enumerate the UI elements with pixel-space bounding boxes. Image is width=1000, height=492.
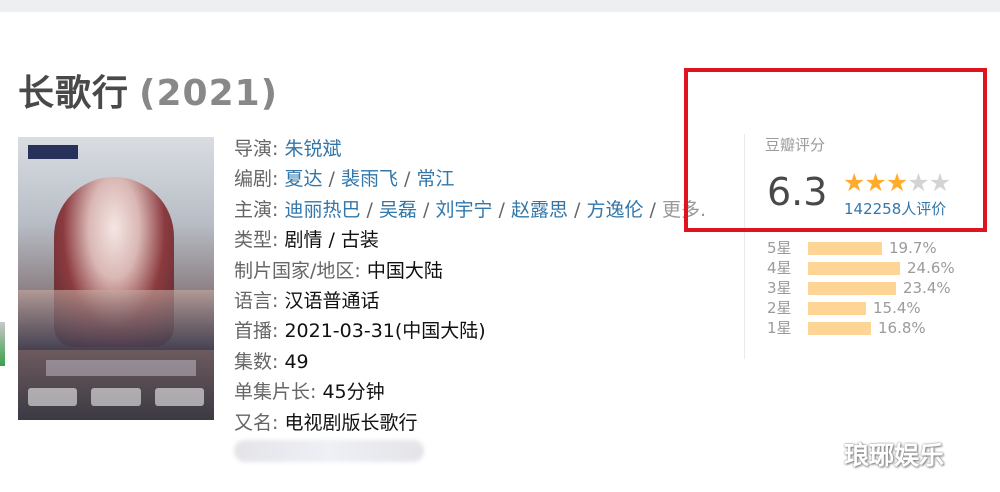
director-row: 导演: 朱锐斌: [234, 134, 704, 164]
aka-row: 又名: 电视剧版长歌行: [234, 408, 704, 438]
distribution-label: 3星: [767, 279, 792, 297]
cast-link[interactable]: 方逸伦: [586, 199, 643, 221]
highlight-frame: [684, 68, 987, 232]
runtime-label: 单集片长:: [234, 381, 317, 404]
distribution-row: 3星 23.4%: [767, 278, 985, 298]
premiere-label: 首播:: [234, 320, 279, 343]
country-row: 制片国家/地区: 中国大陆: [234, 256, 704, 286]
distribution-percent: 16.8%: [878, 319, 926, 337]
writer-link[interactable]: 裴雨飞: [341, 168, 398, 190]
rating-distribution: 5星 19.7% 4星 24.6% 3星 23.4% 2星 15.4% 1星 16.8%: [767, 238, 985, 338]
title-name: 长歌行: [18, 73, 130, 114]
premiere-value: 2021-03-31(中国大陆): [284, 320, 486, 343]
distribution-percent: 15.4%: [873, 299, 921, 317]
page-title: 长歌行 (2021): [18, 64, 278, 116]
country-value: 中国大陆: [366, 259, 443, 282]
language-label: 语言:: [234, 289, 279, 312]
cast-link[interactable]: 迪丽热巴: [284, 199, 360, 221]
cast-link[interactable]: 吴磊: [379, 199, 417, 221]
aka-label: 又名:: [234, 411, 279, 434]
cast-link[interactable]: 刘宇宁: [435, 199, 492, 221]
watermark: 琅琊娱乐: [844, 441, 945, 470]
distribution-bar: [808, 302, 866, 315]
poster-badge: [28, 145, 78, 159]
distribution-percent: 24.6%: [907, 259, 955, 277]
writer-label: 编剧:: [234, 168, 279, 191]
writer-row: 编剧: 夏达 / 裴雨飞 / 常江: [234, 168, 455, 191]
poster-logos: [28, 388, 204, 406]
poster-caption: [46, 360, 196, 376]
runtime-value: 45分钟: [322, 381, 385, 404]
director-label: 导演:: [234, 138, 279, 160]
episodes-label: 集数:: [234, 350, 279, 373]
blurred-text: [234, 440, 424, 462]
distribution-bar: [808, 242, 882, 255]
top-bar: [0, 0, 1000, 12]
premiere-row: 首播: 2021-03-31(中国大陆): [234, 316, 704, 346]
distribution-row: 5星 19.7%: [767, 238, 985, 258]
genre-value: 剧情 / 古装: [284, 229, 379, 252]
distribution-bar: [808, 282, 896, 295]
distribution-label: 4星: [767, 259, 792, 277]
distribution-percent: 19.7%: [889, 239, 937, 257]
info-panel: 导演: 朱锐斌 编剧: 夏达 / 裴雨飞 / 常江 主演: 迪丽热巴 / 吴磊 …: [234, 134, 704, 438]
genre-row: 类型: 剧情 / 古装: [234, 225, 704, 255]
title-year: (2021): [139, 73, 279, 114]
distribution-label: 1星: [767, 319, 792, 337]
cast-link[interactable]: 赵露思: [511, 199, 568, 221]
distribution-bar: [808, 262, 900, 275]
episodes-value: 49: [284, 350, 309, 373]
aka-value: 电视剧版长歌行: [284, 411, 418, 434]
distribution-row: 4星 24.6%: [767, 258, 985, 278]
distribution-bar: [808, 322, 871, 335]
scroll-indicator[interactable]: [0, 322, 5, 366]
poster-image[interactable]: [18, 137, 214, 420]
writer-link[interactable]: 夏达: [284, 168, 322, 190]
genre-label: 类型:: [234, 229, 279, 252]
distribution-label: 5星: [767, 239, 792, 257]
writer-link[interactable]: 常江: [416, 168, 454, 190]
cast-label: 主演:: [234, 198, 279, 221]
distribution-label: 2星: [767, 299, 792, 317]
distribution-percent: 23.4%: [903, 279, 951, 297]
language-row: 语言: 汉语普通话: [234, 286, 704, 316]
cast-row: 主演: 迪丽热巴 / 吴磊 / 刘宇宁 / 赵露思 / 方逸伦 / 更多...: [234, 195, 704, 225]
poster-cast-group: [18, 290, 214, 350]
director-link[interactable]: 朱锐斌: [284, 138, 341, 160]
distribution-row: 1星 16.8%: [767, 318, 985, 338]
country-label: 制片国家/地区:: [234, 259, 361, 282]
distribution-row: 2星 15.4%: [767, 298, 985, 318]
runtime-row: 单集片长: 45分钟: [234, 377, 704, 407]
language-value: 汉语普通话: [284, 289, 380, 312]
episodes-row: 集数: 49: [234, 347, 704, 377]
